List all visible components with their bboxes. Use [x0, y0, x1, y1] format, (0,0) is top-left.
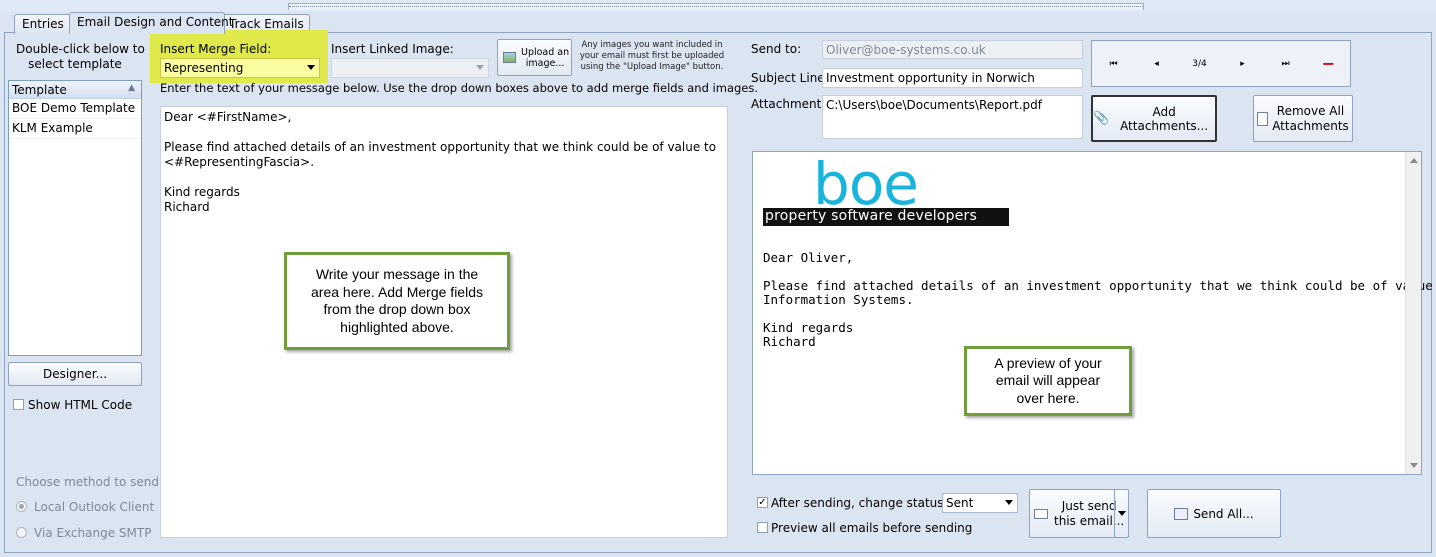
radio-exchange-smtp-label: Via Exchange SMTP — [34, 526, 152, 540]
after-sending-label: After sending, change status to — [771, 496, 960, 510]
next-record-icon[interactable]: ▸ — [1221, 41, 1264, 86]
show-html-checkbox[interactable] — [13, 399, 24, 410]
tab-label: Entries — [22, 17, 64, 31]
remove-all-label: Remove All Attachments — [1272, 103, 1349, 133]
instruction-line: select template — [28, 57, 122, 71]
email-preview[interactable]: boe property software developers Dear Ol… — [752, 150, 1436, 475]
subject-label: Subject Line: — [751, 71, 829, 85]
send-to-label: Send to: — [751, 42, 802, 56]
tab-email-design[interactable]: Email Design and Content — [69, 12, 233, 34]
send-all-icon — [1174, 507, 1189, 520]
preview-line: Information Systems. — [763, 292, 914, 307]
designer-button-label: Designer... — [42, 367, 108, 381]
remove-all-attachments-button[interactable]: Remove All Attachments — [1253, 95, 1353, 142]
editor-line: Dear <#FirstName>, — [164, 110, 292, 124]
list-item-label: BOE Demo Template — [12, 101, 136, 115]
preview-line: Dear Oliver, — [763, 250, 854, 265]
envelope-icon — [1034, 508, 1048, 519]
tab-entries[interactable]: Entries — [14, 14, 72, 34]
splitter-handle[interactable] — [288, 3, 1144, 10]
preview-line: Please find attached details of an inves… — [763, 278, 1436, 293]
paperclip-icon: 📎 — [1093, 111, 1110, 126]
scroll-up-icon[interactable] — [1410, 158, 1418, 163]
subject-field[interactable]: Investment opportunity in Norwich — [822, 68, 1083, 88]
preview-line: Kind regards — [763, 320, 854, 335]
callout-line: over here. — [1016, 389, 1080, 406]
callout-line: from the drop down box — [323, 301, 471, 317]
preview-scrollbar[interactable] — [1405, 152, 1421, 474]
editor-line: Kind regards — [164, 185, 240, 199]
callout-line: highlighted above. — [340, 318, 454, 335]
radio-exchange-smtp[interactable] — [16, 527, 27, 538]
upload-image-button[interactable]: Upload an image... — [497, 39, 572, 76]
editor-line: <#RepresentingFascia>. — [164, 155, 315, 169]
just-send-button[interactable]: Just send this email... — [1029, 489, 1129, 538]
template-item-boe-demo[interactable]: BOE Demo Template — [9, 99, 141, 119]
send-method-label: Choose method to send — [16, 475, 159, 489]
attachments-label: Attachments: — [751, 97, 832, 111]
editor-line: Please find attached details of an inves… — [164, 140, 717, 154]
template-item-klm[interactable]: KLM Example — [9, 119, 141, 139]
radio-local-outlook-label: Local Outlook Client — [34, 500, 155, 514]
first-record-icon[interactable]: ⏮ — [1092, 41, 1135, 86]
template-list[interactable]: Template ▲ BOE Demo Template KLM Example — [8, 80, 142, 356]
add-attachments-label: Add Attachments... — [1120, 104, 1209, 133]
callout-line: area here. Add Merge fields — [311, 283, 483, 300]
callout-line: A preview of your — [994, 354, 1102, 371]
editor-line: Richard — [164, 200, 210, 214]
chevron-down-icon — [1117, 511, 1126, 516]
boe-logo: boe property software developers — [763, 150, 1013, 229]
template-instruction: Double-click below to select template — [16, 42, 145, 72]
previous-record-icon[interactable]: ◂ — [1135, 41, 1178, 86]
merge-field-select[interactable]: Representing — [160, 58, 320, 78]
logo-tagline: property software developers — [763, 208, 1009, 226]
merge-field-value: Representing — [164, 61, 244, 75]
tab-label: Email Design and Content — [77, 15, 234, 29]
designer-button[interactable]: Designer... — [8, 362, 142, 386]
callout-line: email will appear — [995, 372, 1101, 389]
status-value: Sent — [946, 496, 974, 510]
preview-all-checkbox[interactable] — [757, 522, 768, 533]
add-attachments-button[interactable]: 📎 Add Attachments... — [1091, 95, 1217, 142]
send-to-field[interactable]: Oliver@boe-systems.co.uk — [822, 40, 1083, 59]
merge-field-label: Insert Merge Field: — [160, 42, 272, 56]
remove-file-icon — [1257, 111, 1269, 126]
send-all-button[interactable]: Send All... — [1147, 489, 1281, 538]
upload-note: Any images you want included in your ema… — [579, 40, 725, 72]
chevron-down-icon — [1005, 500, 1013, 505]
status-select[interactable]: Sent — [942, 493, 1018, 513]
preview-all-label: Preview all emails before sending — [771, 521, 973, 535]
record-position: 3/4 — [1192, 58, 1207, 69]
instruction-line: Double-click below to — [16, 42, 145, 56]
list-item-label: KLM Example — [12, 121, 93, 135]
last-record-icon[interactable]: ⏭ — [1264, 41, 1307, 86]
upload-image-label: Upload an image... — [521, 46, 570, 69]
scroll-down-icon[interactable] — [1410, 463, 1418, 468]
callout-editor-hint: Write your message in the area here. Add… — [284, 252, 510, 350]
just-send-dropdown[interactable] — [1114, 490, 1128, 537]
template-list-header[interactable]: Template ▲ — [9, 81, 141, 99]
editor-instruction: Enter the text of your message below. Us… — [160, 81, 759, 95]
tab-label: Track Emails — [229, 17, 304, 31]
list-header-label: Template — [12, 83, 67, 97]
image-icon — [503, 52, 516, 63]
record-navigator: ⏮ ◂ 3/4 ▸ ⏭ − — [1091, 40, 1351, 87]
sort-ascending-icon: ▲ — [128, 83, 135, 93]
radio-local-outlook[interactable] — [16, 501, 27, 512]
callout-line: Write your message in the — [315, 266, 479, 282]
chevron-down-icon — [476, 65, 484, 70]
callout-preview-hint: A preview of your email will appear over… — [964, 346, 1132, 416]
attachments-field[interactable]: C:\Users\boe\Documents\Report.pdf — [822, 95, 1083, 139]
chevron-down-icon — [307, 65, 315, 70]
remove-record-icon[interactable]: − — [1307, 41, 1350, 86]
linked-image-label: Insert Linked Image: — [331, 42, 454, 56]
linked-image-select[interactable] — [331, 58, 489, 78]
after-sending-checkbox[interactable]: ✓ — [757, 497, 768, 508]
show-html-label: Show HTML Code — [28, 398, 133, 412]
send-all-label: Send All... — [1193, 506, 1254, 521]
preview-line: Richard — [763, 334, 816, 349]
